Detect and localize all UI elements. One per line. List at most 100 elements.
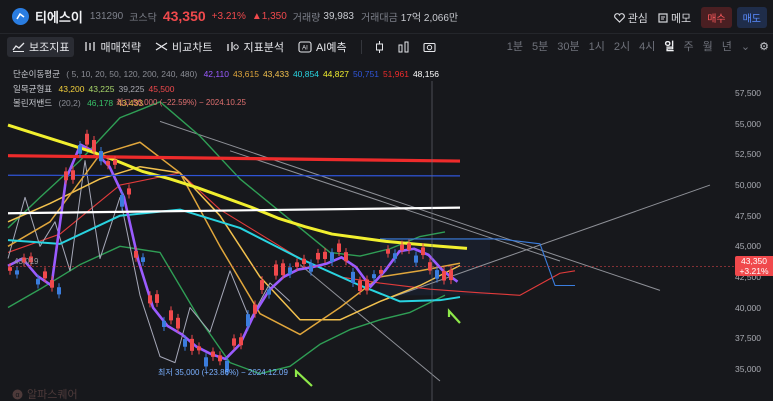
indicators-button[interactable]: 보조지표 xyxy=(7,36,75,57)
camera-icon xyxy=(423,42,436,52)
analysis-icon xyxy=(227,42,240,51)
candle xyxy=(302,258,306,265)
sell-button[interactable]: 매도 xyxy=(736,7,767,28)
price-chart[interactable]: 단순이동평균 ( 5, 10, 20, 50, 120, 200, 240, 4… xyxy=(0,61,773,401)
current-price: 43,350 xyxy=(162,8,206,24)
annotation-arrow xyxy=(447,308,461,324)
candle xyxy=(85,133,89,145)
candle xyxy=(246,314,250,327)
left-price-label: 43,019 xyxy=(14,257,39,266)
y-axis-tick: 40,000 xyxy=(735,302,761,313)
legend-value: 43,200 xyxy=(58,84,85,94)
timeframe-tab[interactable]: 1분 xyxy=(507,38,523,54)
timeframe-tab[interactable]: 5분 xyxy=(532,38,548,54)
candle xyxy=(127,188,131,195)
change-amount: ▲1,350 xyxy=(251,10,287,22)
current-pct-axis: +3.21% xyxy=(739,266,769,276)
candle xyxy=(64,171,68,181)
y-axis-tick: 37,500 xyxy=(735,333,761,344)
ma200-line xyxy=(7,174,461,177)
settings-icon[interactable]: ⚙ xyxy=(759,40,769,53)
annotation-arrow xyxy=(294,368,313,387)
candle xyxy=(309,263,313,272)
legend-ma: 단순이동평균 ( 5, 10, 20, 50, 120, 200, 240, 4… xyxy=(13,68,443,80)
timeframe-tab[interactable]: 월 xyxy=(703,38,713,54)
heart-icon xyxy=(613,12,625,23)
stock-code: 131290 xyxy=(89,10,124,22)
candle xyxy=(197,346,201,351)
chart-toolbar: 보조지표 매매전략 비교차트 지표분석 AI AI예측 1분 5분 30분 1시 2시 4… xyxy=(0,33,773,59)
ma480-line xyxy=(7,206,461,215)
ichimoku-lagging-span xyxy=(7,160,291,364)
candle xyxy=(162,320,166,327)
watchlist-button[interactable]: 관심 xyxy=(613,10,648,26)
candle xyxy=(239,337,243,346)
current-price-tag: 43,350 +3.21% xyxy=(735,256,773,276)
y-axis-tick: 47,500 xyxy=(735,210,761,221)
candle xyxy=(281,263,285,276)
candle xyxy=(169,310,173,321)
legend-value: 39,225 xyxy=(118,84,145,94)
candle xyxy=(71,170,75,180)
strategy-button[interactable]: 매매전략 xyxy=(83,39,141,55)
timeframe-tab[interactable]: 1시 xyxy=(589,38,605,54)
candle xyxy=(92,140,96,152)
toolbar-divider xyxy=(360,39,362,54)
candle xyxy=(120,194,124,207)
timeframe-tab[interactable]: 4시 xyxy=(639,38,655,54)
candle xyxy=(274,264,278,276)
index-analysis-button[interactable]: 지표분석 xyxy=(226,39,284,55)
legend-value: 43,433 xyxy=(262,69,289,79)
market-name: 코스닥 xyxy=(129,12,157,24)
timeframe-tab[interactable]: 일 xyxy=(664,38,674,54)
candle xyxy=(330,252,334,263)
compare-button[interactable]: 비교차트 xyxy=(155,39,212,55)
bollinger-lower xyxy=(7,245,446,375)
candle xyxy=(141,257,145,262)
candle xyxy=(393,253,397,259)
buy-button[interactable]: 매수 xyxy=(701,7,732,28)
alphasquare-logo-icon: α xyxy=(12,389,23,399)
current-price-axis: 43,350 xyxy=(741,256,767,266)
legend-ma-title: 단순이동평균 xyxy=(13,69,60,79)
timeframe-tab[interactable]: 주 xyxy=(684,38,694,54)
watermark-text: 알파스퀘어 xyxy=(27,389,78,401)
y-axis-tick: 35,000 xyxy=(735,363,761,374)
legend-value: 43,225 xyxy=(88,84,115,94)
candle xyxy=(176,317,180,329)
candle xyxy=(386,249,390,254)
volume-value: 39,983 xyxy=(323,10,354,22)
watermark: α 알파스퀘어 xyxy=(12,386,78,401)
ai-predict-button[interactable]: AI AI예측 xyxy=(298,39,347,55)
legend-value: 48,156 xyxy=(412,69,439,79)
timeframe-tab[interactable]: 2시 xyxy=(614,38,630,54)
compare-label: 비교차트 xyxy=(171,41,213,54)
legend-value: 50,751 xyxy=(352,69,379,79)
y-axis-tick: 52,500 xyxy=(735,149,761,160)
candle xyxy=(260,280,264,290)
candlestick-icon xyxy=(375,40,383,53)
stock-name[interactable]: 티에스이 xyxy=(35,7,83,26)
high-annotation: 최고 56,000 (−22.59%) − 2024.10.25 xyxy=(116,98,246,107)
memo-button[interactable]: 메모 xyxy=(658,10,691,26)
svg-text:AI: AI xyxy=(302,45,308,51)
screenshot-button[interactable] xyxy=(423,41,436,52)
candle xyxy=(113,159,117,165)
timeframe-tab[interactable]: 년 xyxy=(722,38,732,54)
candle xyxy=(253,304,257,314)
timeframe-tab[interactable]: 30분 xyxy=(557,38,579,54)
candle xyxy=(323,251,327,259)
legend-value: 42,110 xyxy=(203,69,229,79)
candle xyxy=(148,295,152,304)
candle xyxy=(99,151,103,162)
chart-settings-button[interactable] xyxy=(398,41,410,53)
candle xyxy=(78,145,82,154)
chevron-down-icon[interactable]: ⌄ xyxy=(741,40,750,53)
candle xyxy=(15,270,19,275)
trade-value: 17억 2,066만 xyxy=(400,12,459,24)
candle xyxy=(218,355,222,362)
index-analysis-label: 지표분석 xyxy=(243,41,284,54)
memo-label: 메모 xyxy=(670,12,692,25)
candle-type-button[interactable] xyxy=(374,40,385,53)
chart-canvas xyxy=(7,81,735,401)
